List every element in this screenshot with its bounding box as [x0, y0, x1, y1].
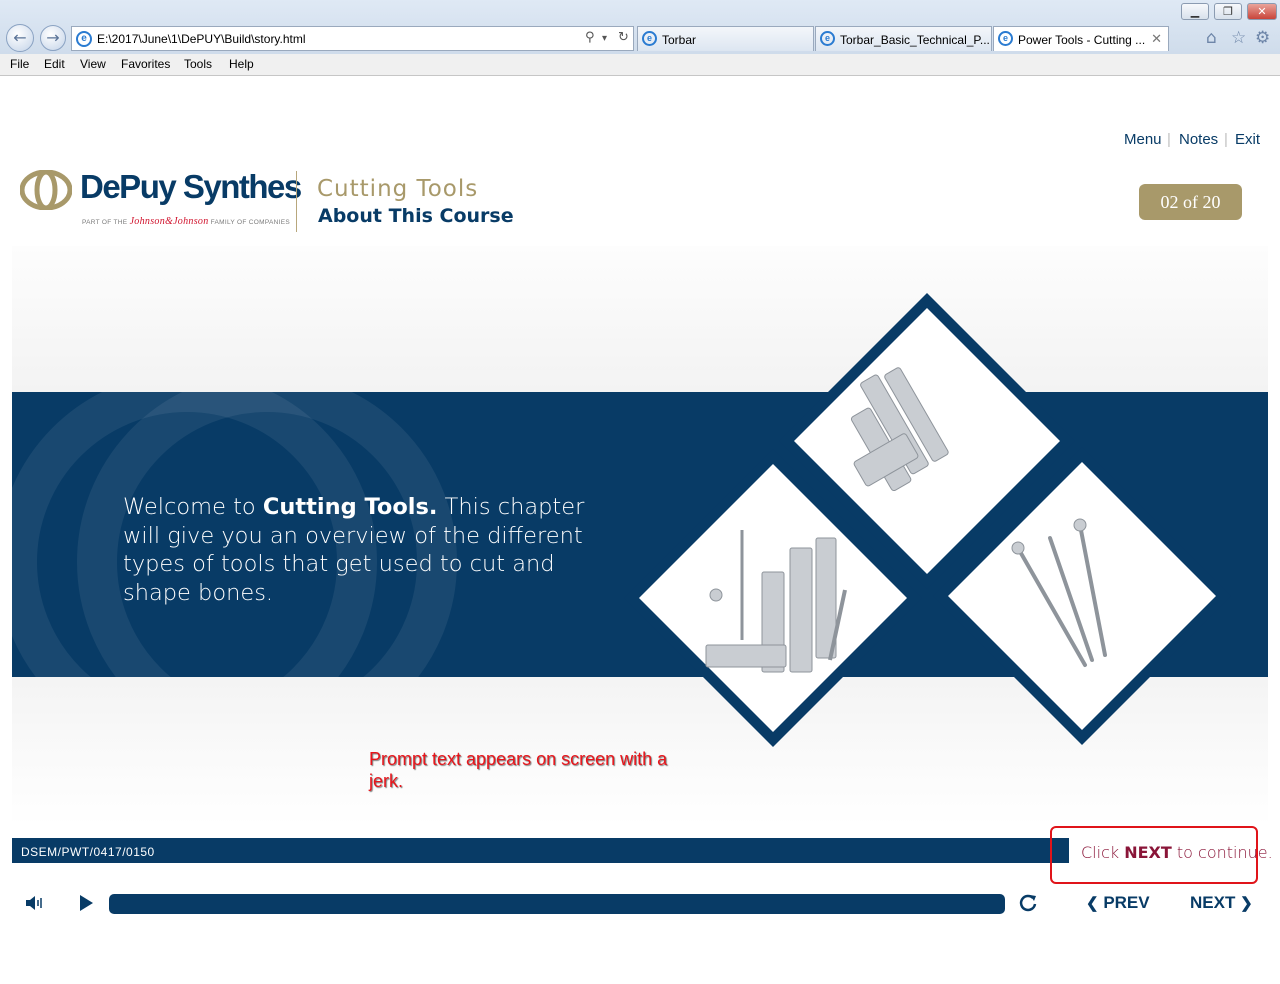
next-hint: Click NEXT to continue.: [1081, 843, 1273, 862]
brand-name: DePuy Synthes: [80, 168, 302, 205]
course-title: Cutting Tools: [317, 176, 479, 202]
hint-bold: NEXT: [1124, 843, 1172, 862]
exit-link[interactable]: Exit: [1235, 131, 1260, 148]
depuy-synthes-logo: DePuy Synthes PART OF THE Johnson&Johnso…: [20, 168, 302, 230]
menu-edit[interactable]: Edit: [44, 57, 65, 71]
welcome-text: Welcome to Cutting Tools. This chapter w…: [123, 493, 613, 607]
course-code: DSEM/PWT/0417/0150: [21, 845, 155, 859]
play-icon[interactable]: [76, 893, 96, 913]
menu-tools[interactable]: Tools: [184, 57, 212, 71]
footer-band: [12, 838, 1069, 863]
page-counter-badge: 02 of 20: [1139, 184, 1242, 220]
search-icon[interactable]: ⚲: [585, 30, 595, 45]
address-url: E:\2017\June\1\DePUY\Build\story.html: [97, 32, 306, 46]
menu-favorites[interactable]: Favorites: [121, 57, 170, 71]
jnj-wordmark: Johnson&Johnson: [129, 216, 209, 227]
restore-button[interactable]: ❐: [1214, 3, 1242, 20]
menu-view[interactable]: View: [80, 57, 106, 71]
back-arrow-icon: ←: [13, 28, 27, 47]
tab-label: Torbar_Basic_Technical_P...: [840, 33, 990, 47]
prev-label: PREV: [1103, 893, 1150, 912]
tab-power-tools[interactable]: e Power Tools - Cutting ... ✕: [993, 26, 1169, 51]
forward-arrow-icon: →: [46, 28, 60, 47]
favorites-star-icon[interactable]: ☆: [1231, 28, 1246, 48]
menu-help[interactable]: Help: [229, 57, 254, 71]
depuy-logo-mark-icon: [20, 170, 72, 210]
volume-icon[interactable]: [24, 893, 44, 913]
tab-label: Power Tools - Cutting ...: [1018, 33, 1146, 47]
prev-button[interactable]: ❮ PREV: [1086, 893, 1150, 913]
menu-file[interactable]: File: [10, 57, 29, 71]
course-subtitle: About This Course: [318, 205, 514, 227]
refresh-icon[interactable]: ↻: [618, 30, 629, 45]
header-divider: [296, 171, 297, 232]
chevron-right-icon: ❯: [1240, 895, 1253, 912]
back-button[interactable]: ←: [6, 24, 34, 52]
review-annotation: Prompt text appears on screen with a jer…: [369, 749, 668, 791]
replay-icon[interactable]: [1017, 892, 1039, 914]
tagline-suffix: FAMILY OF COMPANIES: [210, 219, 291, 226]
tagline-prefix: PART OF THE: [82, 219, 128, 226]
notes-link[interactable]: Notes: [1179, 131, 1218, 148]
seek-bar[interactable]: [109, 894, 1005, 914]
tab-torbar-basic[interactable]: e Torbar_Basic_Technical_P...: [815, 26, 992, 51]
close-window-button[interactable]: ✕: [1247, 3, 1277, 20]
menu-bar: File Edit View Favorites Tools Help: [0, 55, 1280, 75]
gear-icon[interactable]: ⚙: [1255, 28, 1270, 48]
next-button[interactable]: NEXT ❯: [1190, 893, 1253, 913]
link-separator: |: [1167, 131, 1171, 148]
ie-tab-icon: e: [820, 31, 835, 46]
chevron-left-icon: ❮: [1086, 895, 1099, 912]
ie-page-icon: e: [76, 31, 92, 47]
close-tab-icon[interactable]: ✕: [1151, 31, 1162, 47]
ie-tab-icon: e: [642, 31, 657, 46]
home-icon[interactable]: ⌂: [1206, 28, 1217, 48]
tab-torbar[interactable]: e Torbar: [637, 26, 814, 51]
dropdown-icon[interactable]: ▾: [602, 33, 607, 44]
menu-link[interactable]: Menu: [1124, 131, 1162, 148]
hint-pre: Click: [1081, 843, 1125, 862]
brand-tagline: PART OF THE Johnson&Johnson FAMILY OF CO…: [82, 216, 290, 227]
hint-post: to continue.: [1171, 843, 1273, 862]
welcome-bold: Cutting Tools.: [262, 494, 438, 520]
tab-label: Torbar: [662, 33, 697, 47]
address-bar[interactable]: e E:\2017\June\1\DePUY\Build\story.html …: [71, 26, 634, 51]
next-label: NEXT: [1190, 893, 1236, 912]
welcome-pre: Welcome to: [123, 494, 263, 520]
minimize-button[interactable]: ▁: [1181, 3, 1209, 20]
forward-button[interactable]: →: [40, 25, 66, 51]
link-separator: |: [1224, 131, 1228, 148]
ie-tab-icon: e: [998, 31, 1013, 46]
